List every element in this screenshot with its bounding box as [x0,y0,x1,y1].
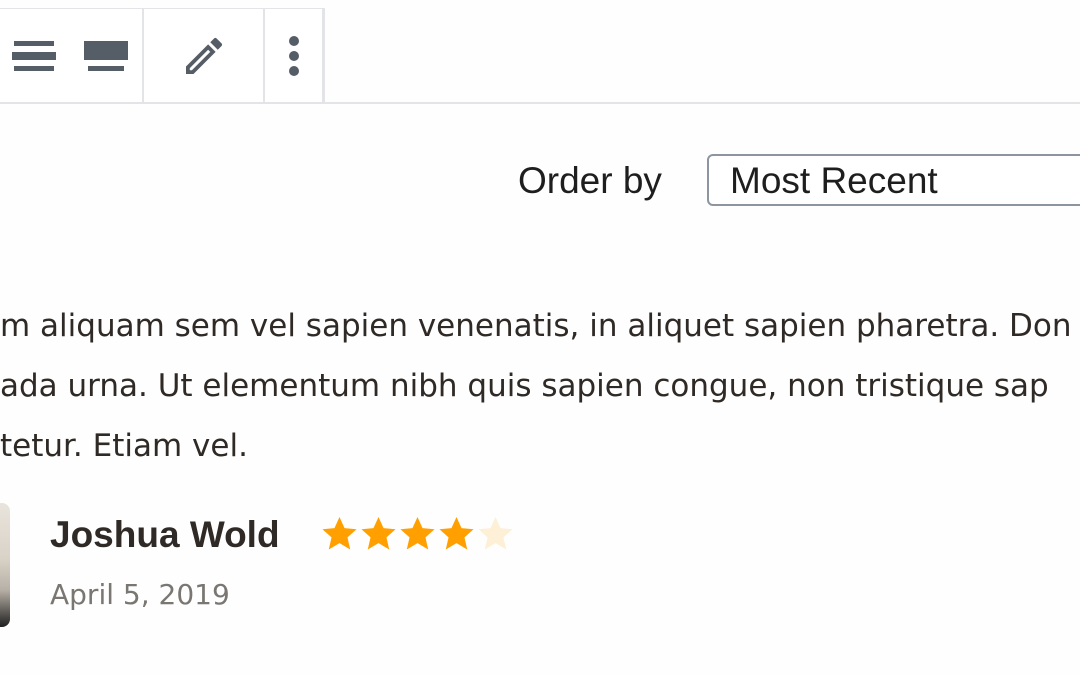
star-rating [320,514,515,554]
star-filled-icon [439,516,474,550]
align-wide-icon [12,41,56,71]
pencil-icon [185,37,222,74]
order-by-select[interactable]: Most Recent [707,154,1080,206]
star-filled-icon [322,516,357,550]
star-filled-icon [400,516,435,550]
align-full-button[interactable] [70,9,142,103]
review-line: m aliquam sem vel sapien venenatis, in a… [0,308,1072,344]
edit-button[interactable] [144,9,263,103]
review-date: April 5, 2019 [50,578,230,611]
order-by-row: Order by Most Recent [0,154,1080,210]
avatar [0,503,10,627]
review-line: tetur. Etiam vel. [0,428,248,464]
align-full-icon [84,41,128,71]
star-filled-icon [361,516,396,550]
more-options-icon [288,36,299,76]
edit-group [144,9,265,103]
order-by-value: Most Recent [730,160,938,201]
more-options-button[interactable] [265,9,322,103]
alignment-group [0,9,144,103]
more-group [265,9,324,103]
align-wide-button[interactable] [0,9,70,103]
toolbar-divider [0,102,1080,104]
review-body: m aliquam sem vel sapien venenatis, in a… [0,296,1080,476]
review-line: ada urna. Ut elementum nibh quis sapien … [0,368,1049,404]
star-empty-icon [478,516,513,550]
reviewer-name: Joshua Wold [50,514,280,555]
order-by-label: Order by [518,160,662,201]
block-toolbar [0,8,325,103]
